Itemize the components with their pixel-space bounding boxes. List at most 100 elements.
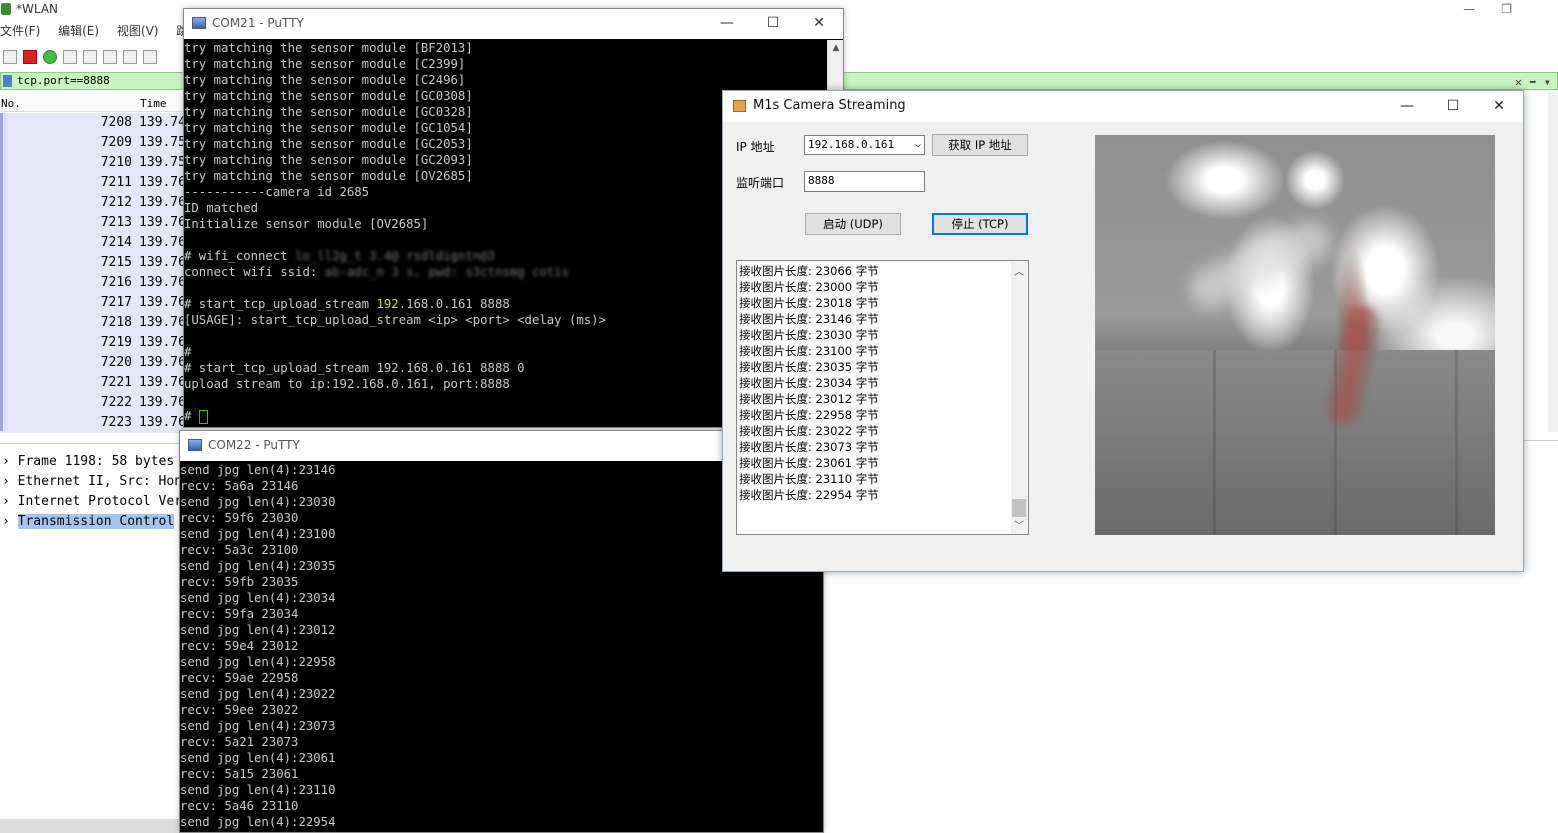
packet-time: 139.76 bbox=[139, 215, 186, 230]
bright-reflection bbox=[1183, 215, 1337, 315]
open-file-icon[interactable] bbox=[83, 49, 97, 64]
terminal-line: send jpg len(4):23061 bbox=[180, 751, 336, 765]
close-button[interactable]: ✕ bbox=[1476, 91, 1522, 122]
wireshark-title: *WLAN bbox=[16, 2, 59, 16]
maximize-button[interactable]: ☐ bbox=[750, 9, 796, 39]
putty-com22-title: COM22 - PuTTY bbox=[208, 438, 300, 452]
chevron-up-icon[interactable]: ︿ bbox=[1014, 263, 1024, 278]
packet-list-scrollbar[interactable] bbox=[1548, 92, 1558, 432]
column-no[interactable]: No. bbox=[1, 97, 21, 110]
terminal-line-text: try matching the sensor module [BF2013] bbox=[184, 41, 473, 55]
terminal-line: recv: 5a15 23061 bbox=[180, 767, 299, 781]
packet-number: 7221 bbox=[100, 375, 132, 390]
stop-capture-icon[interactable] bbox=[23, 49, 37, 64]
terminal-line: recv: 59ee 23022 bbox=[180, 703, 299, 717]
minimize-button[interactable]: — bbox=[704, 9, 750, 39]
receive-log-list[interactable]: 接收图片长度: 23066 字节 接收图片长度: 23000 字节 接收图片长度: … bbox=[736, 260, 1029, 535]
display-filter-text: tcp.port==8888 bbox=[17, 74, 110, 87]
packet-row[interactable]: 7218 139.76 bbox=[0, 313, 186, 333]
packet-row[interactable]: 7222 139.76 bbox=[0, 393, 186, 413]
log-scrollbar[interactable]: ︿ ﹀ bbox=[1011, 261, 1028, 534]
filter-buttons: ✕ ➡ ▾ bbox=[1515, 74, 1551, 90]
blurred-credentials: ab-adc_n 3 s, pwd: s3ctnsmg cotis bbox=[324, 265, 569, 279]
scroll-thumb[interactable] bbox=[1012, 499, 1026, 517]
clear-filter-icon[interactable]: ✕ bbox=[1515, 75, 1522, 89]
packet-time: 139.74 bbox=[139, 115, 186, 130]
menu-view[interactable]: 视图(V) bbox=[117, 24, 159, 38]
detail-ethernet[interactable]: › Ethernet II, Src: Hon bbox=[2, 472, 182, 492]
chevron-down-icon[interactable]: ⌵ bbox=[915, 136, 921, 154]
packet-number: 7218 bbox=[100, 315, 132, 330]
port-label: 监听端口 bbox=[736, 176, 785, 190]
camera-stream-image bbox=[1095, 135, 1495, 535]
packet-row[interactable]: 7217 139.76 bbox=[0, 293, 186, 313]
packet-row[interactable]: 7216 139.76 bbox=[0, 273, 186, 293]
packet-row[interactable]: 7215 139.76 bbox=[0, 253, 186, 273]
packet-row[interactable]: 7210 139.75 bbox=[0, 153, 186, 173]
m1s-camera-window: M1s Camera Streaming — ☐ ✕ IP 地址 192.168… bbox=[722, 90, 1524, 572]
menu-edit[interactable]: 编辑(E) bbox=[58, 24, 99, 38]
port-input[interactable]: 8888 bbox=[804, 171, 925, 192]
log-line: 接收图片长度: 23000 字节 bbox=[739, 280, 879, 294]
packet-row[interactable]: 7208 139.74 bbox=[0, 113, 186, 133]
apply-filter-icon[interactable]: ➡ bbox=[1529, 75, 1536, 89]
log-line: 接收图片长度: 23146 字节 bbox=[739, 312, 879, 326]
detail-ip[interactable]: › Internet Protocol Ver bbox=[2, 492, 182, 512]
restart-capture-icon[interactable] bbox=[43, 49, 57, 64]
highlighted-ip-part: 192 bbox=[376, 297, 399, 311]
restore-button[interactable]: ❐ bbox=[1501, 2, 1538, 16]
chevron-down-icon[interactable]: ﹀ bbox=[1014, 517, 1024, 532]
terminal-line: send jpg len(4):23110 bbox=[180, 783, 336, 797]
packet-row[interactable]: 7209 139.75 bbox=[0, 133, 186, 153]
shark-fin-icon[interactable] bbox=[3, 49, 17, 64]
bookmark-icon[interactable] bbox=[3, 75, 12, 87]
maximize-button[interactable]: ☐ bbox=[1430, 91, 1476, 122]
close-button[interactable]: ✕ bbox=[796, 9, 842, 39]
packet-row[interactable]: 7221 139.76 bbox=[0, 373, 186, 393]
stop-tcp-button[interactable]: 停止 (TCP) bbox=[932, 213, 1028, 235]
save-file-icon[interactable] bbox=[103, 49, 117, 64]
tiled-wall-region bbox=[1095, 350, 1495, 535]
wireshark-fin-icon bbox=[1, 3, 11, 15]
packet-number: 7215 bbox=[100, 255, 132, 270]
packet-number: 7209 bbox=[100, 135, 132, 150]
details-h-scrollbar[interactable] bbox=[0, 819, 184, 833]
get-ip-button[interactable]: 获取 IP 地址 bbox=[932, 134, 1028, 156]
terminal-line: send jpg len(4):23022 bbox=[180, 687, 336, 701]
column-time[interactable]: Time bbox=[140, 97, 167, 110]
close-file-icon[interactable] bbox=[123, 49, 137, 64]
blurred-credentials: lo_ll2g_t 3.4@ rsdldigntn@3 bbox=[295, 249, 495, 263]
packet-number: 7216 bbox=[100, 275, 132, 290]
detail-frame[interactable]: › Frame 1198: 58 bytes bbox=[2, 452, 174, 472]
terminal-line-text: # start_tcp_upload_stream 192.168.0.161 … bbox=[184, 361, 525, 375]
scroll-up-icon[interactable]: ▲ bbox=[828, 40, 844, 56]
packet-row[interactable]: 7214 139.76 bbox=[0, 233, 186, 253]
filter-dropdown-icon[interactable]: ▾ bbox=[1544, 75, 1551, 89]
ip-label: IP 地址 bbox=[736, 140, 775, 154]
start-udp-button[interactable]: 启动 (UDP) bbox=[805, 213, 901, 235]
log-line: 接收图片长度: 23073 字节 bbox=[739, 440, 879, 454]
ip-select[interactable]: 192.168.0.161 ⌵ bbox=[804, 135, 925, 155]
reload-icon[interactable] bbox=[143, 49, 157, 64]
packet-time: 139.76 bbox=[139, 355, 186, 370]
terminal-line-text: try matching the sensor module [GC0308] bbox=[184, 89, 473, 103]
detail-ip-text: Internet Protocol Ver bbox=[17, 494, 183, 509]
packet-time: 139.76 bbox=[139, 315, 186, 330]
packet-row[interactable]: 7220 139.76 bbox=[0, 353, 186, 373]
packet-row[interactable]: 7219 139.76 bbox=[0, 333, 186, 353]
packet-row[interactable]: 7223 139.76 bbox=[0, 413, 186, 433]
minimize-button[interactable]: — bbox=[1463, 2, 1501, 16]
log-line: 接收图片长度: 23100 字节 bbox=[739, 344, 879, 358]
detail-tcp[interactable]: › Transmission Control bbox=[2, 512, 175, 532]
packet-row[interactable]: 7211 139.76 bbox=[0, 173, 186, 193]
menu-file[interactable]: 文件(F) bbox=[0, 24, 40, 38]
packet-row[interactable]: 7213 139.76 bbox=[0, 213, 186, 233]
packet-row[interactable]: 7212 139.76 bbox=[0, 193, 186, 213]
m1s-title-bar: M1s Camera Streaming — ☐ ✕ bbox=[723, 91, 1523, 122]
detail-frame-text: Frame 1198: 58 bytes bbox=[17, 454, 175, 469]
minimize-button[interactable]: — bbox=[1384, 91, 1430, 122]
terminal-line-text: try matching the sensor module [OV2685] bbox=[184, 169, 473, 183]
capture-options-icon[interactable] bbox=[63, 49, 77, 64]
terminal-line: recv: 5a21 23073 bbox=[180, 735, 299, 749]
packet-time: 139.76 bbox=[139, 235, 186, 250]
